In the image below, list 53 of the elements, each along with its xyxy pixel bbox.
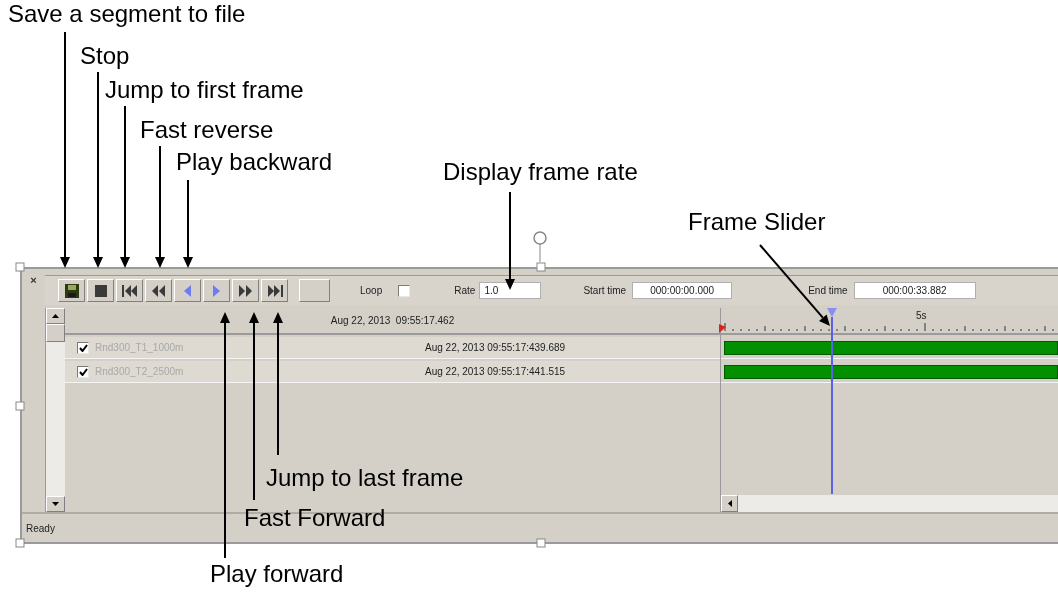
stop-button[interactable]: [87, 279, 114, 302]
frame-slider-thumb[interactable]: [827, 308, 838, 317]
horizontal-scrollbar[interactable]: [721, 495, 1058, 512]
fast-forward-icon: [239, 284, 252, 297]
status-text: Ready: [26, 521, 55, 536]
scroll-up-button[interactable]: [46, 308, 65, 324]
skip-to-start-icon: [121, 284, 138, 297]
start-time-field[interactable]: 000:00:00.000: [632, 282, 733, 299]
callout-label: Stop: [80, 42, 130, 70]
callout-label: Play backward: [176, 148, 333, 176]
scroll-left-button[interactable]: [721, 495, 738, 512]
first-button[interactable]: [116, 279, 143, 302]
rate-label: Rate: [454, 284, 476, 298]
callout-label: Save a segment to file: [8, 0, 246, 28]
vertical-scrollbar[interactable]: [45, 308, 65, 512]
callout-label: Jump to first frame: [105, 76, 304, 104]
loop-label: Loop: [360, 284, 383, 298]
scroll-down-button[interactable]: [46, 496, 65, 512]
play-forward-button[interactable]: [203, 279, 230, 302]
callout-label: Play forward: [210, 560, 344, 588]
fast-forward-button[interactable]: [232, 279, 259, 302]
end-time-field[interactable]: 000:00:33.882: [853, 282, 976, 299]
skip-to-end-icon: [266, 284, 283, 297]
stop-icon: [94, 284, 107, 297]
track-checkbox[interactable]: [77, 365, 89, 378]
left-arrow-icon: [727, 500, 732, 507]
start-marker-icon: [719, 324, 726, 333]
callout-label: Frame Slider: [688, 208, 826, 236]
play-icon: [213, 284, 220, 297]
fast-reverse-button[interactable]: [145, 279, 172, 302]
track-timestamp: Aug 22, 2013 09:55:17:439.689: [425, 341, 566, 355]
close-icon[interactable]: ×: [30, 275, 37, 286]
callout-label: Jump to last frame: [266, 464, 464, 492]
save-button[interactable]: [58, 279, 85, 302]
play-backward-icon: [184, 284, 191, 297]
last-button[interactable]: [261, 279, 288, 302]
up-arrow-icon: [52, 314, 59, 318]
track-checkbox[interactable]: [77, 341, 89, 354]
callout-label: Display frame rate: [443, 158, 638, 186]
start-time-label: Start time: [583, 284, 627, 298]
down-arrow-icon: [52, 502, 59, 506]
end-time-label: End time: [808, 284, 848, 298]
loop-checkbox[interactable]: [398, 284, 411, 297]
rewind-icon: [152, 284, 165, 297]
rate-field[interactable]: 1.0: [479, 282, 542, 299]
current-timestamp: Aug 22, 2013 09:55:17.462: [330, 314, 455, 328]
callout-label: Fast Forward: [244, 504, 386, 532]
play-backward-button[interactable]: [174, 279, 201, 302]
ruler-label: 5s: [916, 309, 927, 323]
empty-button[interactable]: [299, 279, 330, 302]
track-timestamp: Aug 22, 2013 09:55:17:441.515: [425, 365, 566, 379]
scroll-thumb[interactable]: [46, 324, 65, 342]
callout-label: Fast reverse: [140, 116, 274, 144]
